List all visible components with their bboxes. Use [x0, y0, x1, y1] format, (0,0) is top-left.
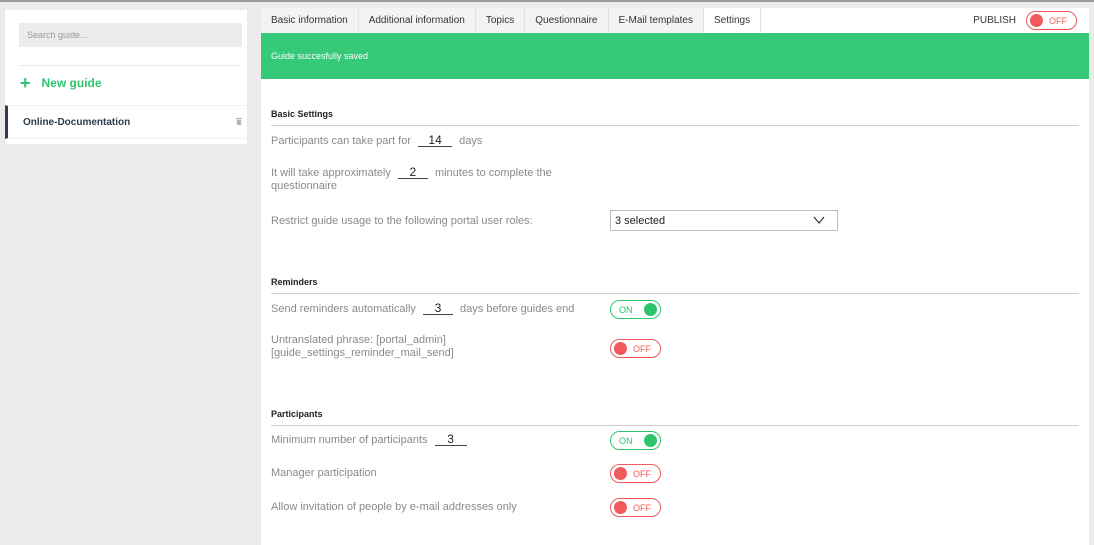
- tab-additional-information[interactable]: Additional information: [358, 8, 476, 33]
- search-guide-input[interactable]: [19, 23, 242, 47]
- reminder-days-input[interactable]: 3: [422, 302, 453, 315]
- restrict-roles-label: Restrict guide usage to the following po…: [271, 215, 533, 227]
- section-title-basic-settings: Basic Settings: [271, 109, 334, 119]
- success-banner: Guide succesfully saved: [261, 33, 1089, 79]
- participation-days-input[interactable]: 14: [418, 134, 453, 147]
- section-divider: [271, 293, 1079, 294]
- send-reminders-toggle[interactable]: ON: [610, 300, 661, 319]
- toggle-state: OFF: [633, 502, 651, 513]
- section-title-reminders: Reminders: [271, 277, 318, 287]
- publish-label: PUBLISH: [973, 15, 1016, 26]
- toggle-state: OFF: [1049, 15, 1067, 26]
- tab-bar: Basic information Additional information…: [261, 8, 762, 33]
- min-participants-toggle[interactable]: ON: [610, 431, 661, 450]
- reminder-mail-toggle[interactable]: OFF: [610, 339, 661, 358]
- untranslated-line-2: [guide_settings_reminder_mail_send]: [271, 347, 454, 359]
- send-reminders-row: Send reminders automatically 3 days befo…: [271, 302, 574, 316]
- section-divider: [271, 425, 1079, 426]
- toggle-knob-icon: [614, 467, 627, 480]
- guide-editor: Basic information Additional information…: [261, 8, 1089, 545]
- completion-time-row: It will take approximately 2 minutes to …: [271, 166, 552, 193]
- guide-list-item[interactable]: Online-Documentation: [5, 105, 247, 139]
- guide-name: Online-Documentation: [23, 116, 131, 128]
- section-divider: [271, 125, 1079, 126]
- min-participants-label: Minimum number of participants: [271, 434, 428, 446]
- trash-icon[interactable]: [236, 118, 242, 125]
- participation-prefix-text: Participants can take part for: [271, 135, 412, 147]
- user-roles-select[interactable]: 3 selected: [610, 210, 838, 231]
- participation-suffix-text: days: [459, 135, 483, 147]
- duration-suffix-line2: questionnaire: [271, 180, 338, 192]
- guide-sidebar: + New guide Online-Documentation: [5, 10, 247, 144]
- participation-duration-row: Participants can take part for 14 days: [271, 134, 482, 148]
- toggle-knob-icon: [644, 303, 657, 316]
- send-reminders-suffix-text: days before guides end: [460, 303, 575, 315]
- tab-questionnaire[interactable]: Questionnaire: [525, 8, 609, 33]
- manager-participation-toggle[interactable]: OFF: [610, 464, 661, 483]
- untranslated-line-1: Untranslated phrase: [portal_admin]: [271, 334, 446, 346]
- new-guide-label: New guide: [41, 76, 102, 90]
- success-message: Guide succesfully saved: [271, 51, 369, 61]
- toggle-knob-icon: [614, 342, 627, 355]
- email-invitation-toggle[interactable]: OFF: [610, 498, 661, 517]
- user-roles-value: 3 selected: [615, 214, 666, 227]
- duration-prefix-text: It will take approximately: [271, 167, 391, 179]
- duration-suffix-text: minutes to complete the: [434, 167, 552, 179]
- toggle-state: ON: [619, 304, 633, 315]
- toggle-knob-icon: [1030, 14, 1043, 27]
- plus-icon: +: [20, 73, 31, 93]
- toggle-knob-icon: [644, 434, 657, 447]
- manager-participation-label: Manager participation: [271, 467, 377, 479]
- toggle-state: OFF: [633, 343, 651, 354]
- chevron-down-icon: [813, 216, 825, 224]
- untranslated-reminder-label: Untranslated phrase: [portal_admin] [gui…: [271, 334, 454, 360]
- min-participants-row: Minimum number of participants 3: [271, 433, 471, 447]
- toggle-knob-icon: [614, 501, 627, 514]
- tab-topics[interactable]: Topics: [475, 8, 526, 33]
- section-title-participants: Participants: [271, 409, 323, 419]
- publish-toggle[interactable]: OFF: [1026, 11, 1077, 30]
- new-guide-button[interactable]: + New guide: [20, 74, 102, 92]
- send-reminders-prefix-text: Send reminders automatically: [271, 303, 416, 315]
- toggle-state: ON: [619, 435, 633, 446]
- publish-control: PUBLISH OFF: [973, 11, 1077, 30]
- tab-settings[interactable]: Settings: [703, 8, 762, 33]
- tab-email-templates[interactable]: E-Mail templates: [608, 8, 704, 33]
- duration-minutes-input[interactable]: 2: [397, 166, 428, 179]
- sidebar-divider: [19, 65, 242, 66]
- email-invitation-label: Allow invitation of people by e-mail add…: [271, 501, 517, 513]
- min-participants-input[interactable]: 3: [434, 433, 467, 446]
- toggle-state: OFF: [633, 468, 651, 479]
- tab-basic-information[interactable]: Basic information: [261, 8, 359, 33]
